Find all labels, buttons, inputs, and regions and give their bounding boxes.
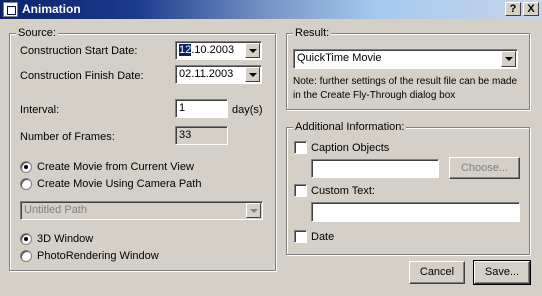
source-group-label: Source:	[16, 27, 58, 39]
start-date-day: 12	[179, 44, 192, 56]
result-format-dropdown-button[interactable]	[501, 51, 516, 67]
animation-app-icon	[3, 2, 18, 17]
result-note: Note: further settings of the result fil…	[293, 76, 518, 101]
result-group-label: Result:	[293, 27, 332, 39]
caption-objects-label[interactable]: Caption Objects	[311, 142, 389, 154]
result-format-select[interactable]: QuickTime Movie	[293, 49, 518, 69]
start-date-rest: .10.2003	[191, 44, 235, 56]
result-format-value: QuickTime Movie	[297, 52, 382, 64]
choose-button[interactable]: Choose...	[449, 157, 520, 179]
camera-path-dropdown-button	[246, 203, 261, 218]
title-bar[interactable]: Animation ? X	[0, 0, 542, 19]
custom-text-checkbox[interactable]	[294, 184, 307, 197]
custom-text-label[interactable]: Custom Text:	[311, 185, 375, 197]
radio-current-view[interactable]	[20, 161, 32, 173]
interval-label: Interval:	[20, 104, 60, 116]
finish-date-field[interactable]: 02.11.2003	[175, 65, 262, 84]
interval-input[interactable]: 1	[175, 99, 228, 118]
finish-date-label: Construction Finish Date:	[20, 70, 144, 82]
finish-date-dropdown-button[interactable]	[245, 67, 260, 82]
interval-unit: day(s)	[232, 104, 263, 116]
start-date-label: Construction Start Date:	[20, 45, 138, 57]
date-checkbox[interactable]	[294, 230, 307, 243]
caption-objects-field[interactable]	[311, 159, 439, 178]
additional-info-group-label: Additional Information:	[293, 121, 407, 133]
save-button[interactable]: Save...	[473, 260, 531, 285]
caption-objects-checkbox[interactable]	[294, 141, 307, 154]
camera-path-value: Untitled Path	[24, 204, 87, 216]
start-date-field[interactable]: 12.10.2003	[175, 41, 262, 60]
start-date-dropdown-button[interactable]	[245, 43, 260, 58]
close-button[interactable]: X	[523, 2, 539, 16]
custom-text-field[interactable]	[311, 202, 520, 222]
radio-current-view-label[interactable]: Create Movie from Current View	[37, 161, 194, 173]
window-title: Animation	[22, 2, 81, 16]
radio-photorendering-window[interactable]	[20, 250, 32, 262]
frames-label: Number of Frames:	[20, 131, 115, 143]
help-button[interactable]: ?	[505, 2, 521, 16]
finish-date-value: 02.11.2003	[179, 68, 234, 80]
frames-value: 33	[175, 126, 228, 145]
date-label[interactable]: Date	[311, 231, 334, 243]
radio-photorendering-window-label[interactable]: PhotoRendering Window	[37, 250, 159, 262]
radio-camera-path[interactable]	[20, 178, 32, 190]
radio-3d-window[interactable]	[20, 233, 32, 245]
radio-camera-path-label[interactable]: Create Movie Using Camera Path	[37, 178, 201, 190]
radio-3d-window-label[interactable]: 3D Window	[37, 233, 93, 245]
camera-path-select: Untitled Path	[20, 201, 263, 220]
cancel-button[interactable]: Cancel	[409, 261, 465, 284]
